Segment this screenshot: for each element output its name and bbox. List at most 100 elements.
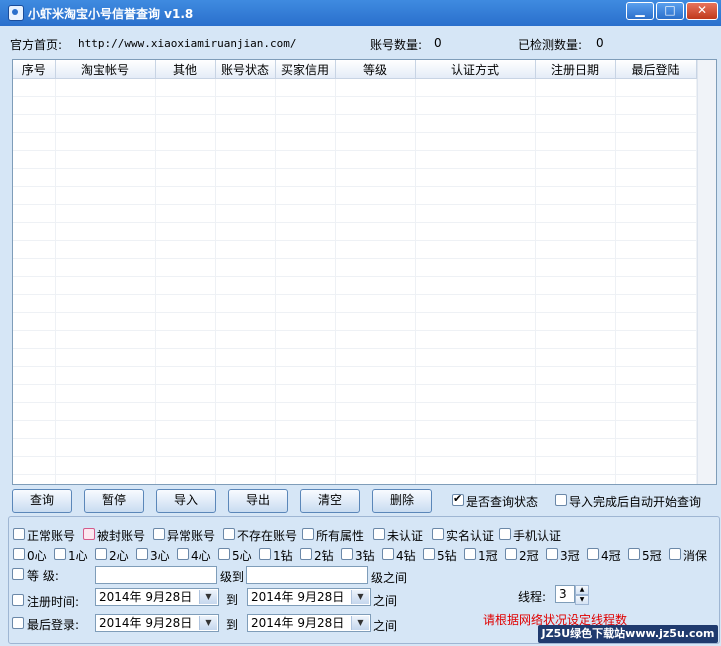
- table-cell: [13, 474, 56, 484]
- column-header[interactable]: 认证方式: [415, 60, 536, 79]
- filter-checkbox[interactable]: [423, 548, 435, 560]
- column-header[interactable]: 账号状态: [215, 60, 276, 79]
- column-header[interactable]: 最后登陆: [615, 60, 697, 79]
- export-button[interactable]: 导出: [228, 489, 288, 513]
- table-row[interactable]: [13, 420, 697, 439]
- query-status-checkbox[interactable]: [452, 492, 464, 506]
- dropdown-arrow-icon[interactable]: ▼: [351, 616, 369, 630]
- table-cell: [155, 240, 216, 259]
- table-row[interactable]: [13, 222, 697, 241]
- delete-button[interactable]: 删除: [372, 489, 432, 513]
- table-row[interactable]: [13, 438, 697, 457]
- filter-checkbox[interactable]: [13, 528, 25, 540]
- filter-checkbox[interactable]: [300, 548, 312, 560]
- table-row[interactable]: [13, 402, 697, 421]
- table-scrollbar[interactable]: [697, 60, 716, 484]
- dropdown-arrow-icon[interactable]: ▼: [199, 590, 217, 604]
- filter-checkbox[interactable]: [54, 548, 66, 560]
- filter-checkbox[interactable]: [341, 548, 353, 560]
- account-table[interactable]: 序号 淘宝帐号 其他 账号状态 买家信用 等级 认证方式 注册日期 最后登陆: [12, 59, 717, 485]
- table-row[interactable]: [13, 150, 697, 169]
- last-login-from-picker[interactable]: 2014年 9月28日 ▼: [95, 614, 219, 632]
- filter-checkbox[interactable]: [499, 528, 511, 540]
- clear-button[interactable]: 清空: [300, 489, 360, 513]
- level-checkbox[interactable]: [12, 568, 24, 580]
- table-row[interactable]: [13, 186, 697, 205]
- home-url-link[interactable]: http://www.xiaoxiamiruanjian.com/: [78, 37, 297, 50]
- pause-button[interactable]: 暂停: [84, 489, 144, 513]
- spin-up-icon[interactable]: ▲: [575, 585, 589, 595]
- filter-checkbox[interactable]: [223, 528, 235, 540]
- table-row[interactable]: [13, 96, 697, 115]
- query-button[interactable]: 查询: [12, 489, 72, 513]
- column-header[interactable]: 等级: [335, 60, 416, 79]
- column-header[interactable]: 注册日期: [535, 60, 616, 79]
- column-header[interactable]: 序号: [13, 60, 56, 79]
- dropdown-arrow-icon[interactable]: ▼: [199, 616, 217, 630]
- table-cell: [275, 330, 336, 349]
- filter-checkbox[interactable]: [587, 548, 599, 560]
- filter-checkbox[interactable]: [432, 528, 444, 540]
- threads-input[interactable]: 3: [555, 585, 575, 603]
- filter-checkbox[interactable]: [13, 548, 25, 560]
- table-row[interactable]: [13, 204, 697, 223]
- threads-stepper[interactable]: ▲ ▼: [575, 585, 589, 605]
- reg-time-to-picker[interactable]: 2014年 9月28日 ▼: [247, 588, 371, 606]
- import-button[interactable]: 导入: [156, 489, 216, 513]
- table-cell: [55, 294, 156, 313]
- table-row[interactable]: [13, 78, 697, 97]
- filter-checkbox[interactable]: [546, 548, 558, 560]
- table-row[interactable]: [13, 348, 697, 367]
- column-header[interactable]: 其他: [155, 60, 216, 79]
- filter-checkbox[interactable]: [464, 548, 476, 560]
- filter-checkbox[interactable]: [177, 548, 189, 560]
- close-button[interactable]: ✕: [686, 2, 718, 20]
- table-cell: [335, 402, 416, 421]
- table-cell: [13, 150, 56, 169]
- table-cell: [615, 114, 697, 133]
- filter-checkbox[interactable]: [95, 548, 107, 560]
- level-to-input[interactable]: [246, 566, 368, 584]
- table-row[interactable]: [13, 168, 697, 187]
- table-cell: [13, 402, 56, 421]
- table-row[interactable]: [13, 132, 697, 151]
- table-row[interactable]: [13, 474, 697, 484]
- column-header[interactable]: 买家信用: [275, 60, 336, 79]
- maximize-button[interactable]: □: [656, 2, 684, 20]
- table-cell: [275, 204, 336, 223]
- filter-checkbox[interactable]: [628, 548, 640, 560]
- table-row[interactable]: [13, 114, 697, 133]
- column-header[interactable]: 淘宝帐号: [55, 60, 156, 79]
- table-row[interactable]: [13, 294, 697, 313]
- auto-start-checkbox[interactable]: [555, 494, 567, 506]
- spin-down-icon[interactable]: ▼: [575, 595, 589, 605]
- reg-time-from-picker[interactable]: 2014年 9月28日 ▼: [95, 588, 219, 606]
- reg-time-checkbox[interactable]: [12, 594, 24, 606]
- minimize-button[interactable]: ▁: [626, 2, 654, 20]
- filter-label: 异常账号: [167, 529, 216, 543]
- table-row[interactable]: [13, 312, 697, 331]
- filter-checkbox[interactable]: [382, 548, 394, 560]
- filter-checkbox[interactable]: [669, 548, 681, 560]
- filter-checkbox[interactable]: [302, 528, 314, 540]
- filter-checkbox[interactable]: [505, 548, 517, 560]
- table-row[interactable]: [13, 366, 697, 385]
- table-row[interactable]: [13, 330, 697, 349]
- table-row[interactable]: [13, 240, 697, 259]
- filter-checkbox[interactable]: [259, 548, 271, 560]
- filter-checkbox[interactable]: [83, 528, 95, 540]
- last-login-to-picker[interactable]: 2014年 9月28日 ▼: [247, 614, 371, 632]
- level-from-input[interactable]: [95, 566, 217, 584]
- filter-checkbox[interactable]: [373, 528, 385, 540]
- table-cell: [415, 114, 536, 133]
- filter-checkbox[interactable]: [218, 548, 230, 560]
- table-row[interactable]: [13, 384, 697, 403]
- dropdown-arrow-icon[interactable]: ▼: [351, 590, 369, 604]
- table-cell: [335, 168, 416, 187]
- filter-checkbox[interactable]: [153, 528, 165, 540]
- table-row[interactable]: [13, 258, 697, 277]
- table-row[interactable]: [13, 276, 697, 295]
- table-row[interactable]: [13, 456, 697, 475]
- filter-checkbox[interactable]: [136, 548, 148, 560]
- last-login-checkbox[interactable]: [12, 617, 24, 629]
